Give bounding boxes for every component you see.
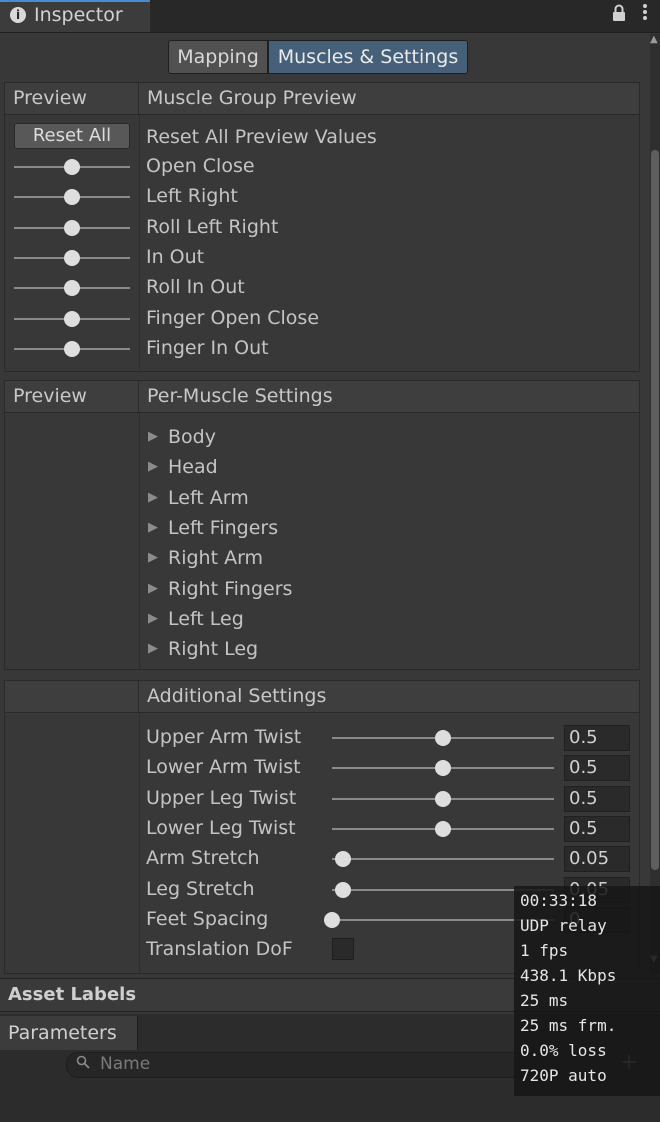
foldout-item[interactable]: Left Leg <box>168 608 244 630</box>
setting-label: Feet Spacing <box>146 907 269 930</box>
muscle-group-header: Muscle Group Preview <box>139 83 639 115</box>
muscle-group-slider-thumb[interactable] <box>64 340 80 357</box>
muscle-group-slider-thumb[interactable] <box>64 310 80 327</box>
foldout-item[interactable]: Left Fingers <box>168 517 278 539</box>
muscle-group-label: Left Right <box>146 185 238 208</box>
stats-line: 0.0% loss <box>520 1041 607 1060</box>
setting-slider-thumb[interactable] <box>435 790 451 807</box>
setting-label: Arm Stretch <box>146 847 260 870</box>
per-muscle-header: Per-Muscle Settings <box>139 381 639 413</box>
setting-slider-thumb[interactable] <box>435 730 451 746</box>
setting-value-field[interactable]: 0.5 <box>564 755 630 782</box>
foldout-arrow-icon[interactable]: ▶ <box>148 550 158 565</box>
foldout-item[interactable]: Right Arm <box>168 547 263 569</box>
tab-muscles-settings[interactable]: Muscles & Settings <box>268 40 468 74</box>
per-muscle-panel: Preview Per-Muscle Settings <box>4 380 640 670</box>
additional-settings-header: Additional Settings <box>139 681 639 713</box>
scroll-up-icon[interactable]: ▲ <box>650 34 658 45</box>
asset-labels-title: Asset Labels <box>8 984 137 1005</box>
foldout-arrow-icon[interactable]: ▶ <box>148 641 158 656</box>
setting-value-field[interactable]: 0.5 <box>564 725 630 751</box>
setting-slider-track[interactable] <box>332 858 554 861</box>
setting-label: Upper Arm Twist <box>146 726 302 748</box>
muscle-group-label: Roll Left Right <box>146 215 279 238</box>
foldout-arrow-icon[interactable]: ▶ <box>148 520 158 535</box>
stats-line: UDP relay <box>520 916 607 935</box>
empty-header <box>5 681 139 713</box>
stats-line: 00:33:18 <box>520 891 598 910</box>
stats-line: 720P auto <box>520 1066 607 1085</box>
translation-dof-label: Translation DoF <box>146 938 293 960</box>
stats-line: 25 ms <box>520 991 569 1010</box>
parameters-tab-label: Parameters <box>8 1022 117 1044</box>
column-divider <box>139 413 140 669</box>
translation-dof-checkbox[interactable] <box>332 938 354 960</box>
muscle-group-label: Finger In Out <box>146 336 269 359</box>
stats-line: 25 ms frm. <box>520 1016 617 1035</box>
stats-line: 438.1 Kbps <box>520 966 617 985</box>
stats-line: 1 fps <box>520 941 569 960</box>
muscle-group-label: Open Close <box>146 155 255 177</box>
setting-label: Upper Leg Twist <box>146 786 297 809</box>
muscle-group-slider-thumb[interactable] <box>64 219 80 236</box>
setting-label: Lower Arm Twist <box>146 756 301 779</box>
setting-slider-thumb[interactable] <box>335 881 352 898</box>
foldout-item[interactable]: Right Fingers <box>168 578 292 600</box>
reset-all-label: Reset All Preview Values <box>146 126 377 148</box>
more-options-icon[interactable] <box>642 2 648 27</box>
preview-header: Preview <box>5 83 139 115</box>
muscle-group-label: Roll In Out <box>146 276 245 299</box>
setting-slider-thumb[interactable] <box>435 820 451 837</box>
setting-value-field[interactable]: 0.5 <box>564 815 630 842</box>
foldout-arrow-icon[interactable]: ▶ <box>148 611 158 626</box>
inspector-tab-label: Inspector <box>34 4 123 26</box>
muscle-group-slider-thumb[interactable] <box>64 159 80 175</box>
setting-value-field[interactable]: 0.05 <box>564 846 630 873</box>
scrollbar-thumb[interactable] <box>651 150 659 870</box>
foldout-item[interactable]: Body <box>168 426 216 448</box>
column-divider <box>139 713 140 973</box>
muscle-group-slider-thumb[interactable] <box>64 249 80 266</box>
foldout-arrow-icon[interactable]: ▶ <box>148 490 158 505</box>
column-divider <box>139 115 140 371</box>
foldout-arrow-icon[interactable]: ▶ <box>148 429 158 444</box>
setting-label: Leg Stretch <box>146 877 255 900</box>
foldout-arrow-icon[interactable]: ▶ <box>148 581 158 596</box>
tab-mapping[interactable]: Mapping <box>168 40 268 74</box>
foldout-arrow-icon[interactable]: ▶ <box>148 459 158 474</box>
muscle-group-label: Finger Open Close <box>146 306 320 329</box>
setting-value-field[interactable]: 0.5 <box>564 785 630 812</box>
setting-label: Lower Leg Twist <box>146 816 296 839</box>
search-placeholder: Name <box>100 1054 151 1074</box>
preview-header: Preview <box>5 381 139 413</box>
muscle-group-label: In Out <box>146 245 205 268</box>
reset-all-button[interactable]: Reset All <box>14 123 130 149</box>
info-icon: i <box>10 7 26 23</box>
foldout-item[interactable]: Head <box>168 456 218 478</box>
foldout-item[interactable]: Left Arm <box>168 487 249 509</box>
search-icon <box>76 1055 90 1073</box>
foldout-item[interactable]: Right Leg <box>168 638 258 660</box>
setting-slider-thumb[interactable] <box>324 911 340 928</box>
lock-icon[interactable] <box>612 4 626 26</box>
